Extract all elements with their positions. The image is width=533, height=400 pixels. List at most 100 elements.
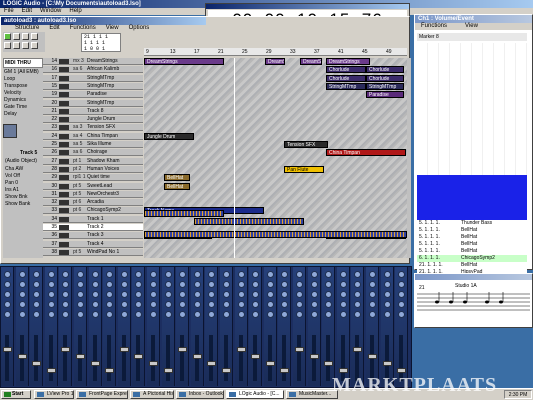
track-mute-icon[interactable] bbox=[59, 59, 69, 64]
pan-knob-icon[interactable] bbox=[325, 291, 333, 298]
playhead[interactable] bbox=[234, 58, 235, 258]
region[interactable]: Paradise bbox=[366, 91, 404, 99]
fader-handle[interactable] bbox=[222, 368, 231, 373]
region[interactable]: DreamStrings bbox=[326, 58, 370, 65]
track-mute-icon[interactable] bbox=[59, 125, 69, 131]
pan-knob-icon[interactable] bbox=[62, 301, 70, 308]
pan-knob-icon[interactable] bbox=[208, 281, 216, 288]
fader-handle[interactable] bbox=[295, 347, 304, 352]
pan-knob-icon[interactable] bbox=[237, 271, 245, 278]
taskbar-item[interactable]: LOgic Audio - [C... bbox=[226, 390, 284, 399]
pan-knob-icon[interactable] bbox=[91, 281, 99, 288]
fader-handle[interactable] bbox=[280, 368, 290, 373]
pan-knob-icon[interactable] bbox=[369, 311, 376, 318]
list-item[interactable]: 6. 1. 1. 1. ChicagoSymp2 bbox=[417, 255, 527, 262]
pan-knob-icon[interactable] bbox=[296, 271, 303, 278]
track-row[interactable]: 17 StringMTmp bbox=[43, 74, 143, 82]
pan-knob-icon[interactable] bbox=[106, 271, 114, 278]
pan-knob-icon[interactable] bbox=[325, 301, 333, 308]
region[interactable]: StringMTmp bbox=[366, 82, 404, 90]
pan-knob-icon[interactable] bbox=[164, 291, 172, 298]
pan-knob-icon[interactable] bbox=[33, 301, 41, 308]
track-mute-icon[interactable] bbox=[59, 158, 69, 164]
pan-knob-icon[interactable] bbox=[339, 291, 347, 298]
pan-knob-icon[interactable] bbox=[4, 271, 11, 278]
pan-knob-icon[interactable] bbox=[237, 281, 245, 288]
pan-knob-icon[interactable] bbox=[150, 271, 157, 278]
fader-handle[interactable] bbox=[163, 368, 173, 373]
pan-knob-icon[interactable] bbox=[383, 311, 391, 318]
taskbar-item[interactable]: Inbox - Outlook Expre... bbox=[176, 390, 224, 399]
pan-knob-icon[interactable] bbox=[208, 301, 216, 308]
pan-knob-icon[interactable] bbox=[150, 301, 157, 308]
magnify-tool-icon[interactable] bbox=[31, 42, 38, 49]
track-row[interactable]: 20 StringMTmp bbox=[43, 99, 143, 107]
arrange-area[interactable]: DreamStrings DreamStr DreamStr DreamStrings… bbox=[144, 58, 407, 258]
fader-handle[interactable] bbox=[76, 354, 85, 359]
track-mute-icon[interactable] bbox=[59, 83, 69, 89]
list-item[interactable]: 21. 1. 1. 1. BellHat bbox=[417, 262, 527, 269]
pan-knob-icon[interactable] bbox=[354, 281, 362, 288]
pan-knob-icon[interactable] bbox=[164, 311, 172, 318]
menu-edit[interactable]: Edit bbox=[22, 8, 32, 15]
pan-knob-icon[interactable] bbox=[208, 271, 216, 278]
fader-handle[interactable] bbox=[309, 354, 319, 359]
track-mute-icon[interactable] bbox=[59, 241, 69, 247]
region[interactable]: DreamStr bbox=[265, 58, 285, 65]
pan-knob-icon[interactable] bbox=[91, 301, 99, 308]
track-mute-icon[interactable] bbox=[59, 142, 69, 147]
pan-knob-icon[interactable] bbox=[62, 271, 70, 278]
pan-knob-icon[interactable] bbox=[252, 311, 260, 318]
menu-view[interactable]: View bbox=[106, 25, 119, 32]
fader-handle[interactable] bbox=[105, 368, 115, 373]
fader-handle[interactable] bbox=[207, 361, 217, 366]
fader-handle[interactable] bbox=[32, 361, 42, 366]
pan-knob-icon[interactable] bbox=[120, 311, 128, 318]
param-ins[interactable]: Ins A1 bbox=[5, 187, 30, 194]
track-mute-icon[interactable] bbox=[59, 108, 69, 114]
pan-knob-icon[interactable] bbox=[296, 311, 303, 318]
track-mute-icon[interactable] bbox=[59, 166, 69, 172]
pan-knob-icon[interactable] bbox=[223, 291, 230, 298]
pointer-tool-icon[interactable] bbox=[4, 33, 11, 40]
pan-knob-icon[interactable] bbox=[208, 291, 216, 298]
pan-knob-icon[interactable] bbox=[77, 311, 84, 318]
pan-knob-icon[interactable] bbox=[281, 291, 289, 298]
pan-knob-icon[interactable] bbox=[62, 281, 70, 288]
mute-tool-icon[interactable] bbox=[22, 42, 29, 49]
vertical-scrollbar[interactable] bbox=[407, 58, 411, 258]
pan-knob-icon[interactable] bbox=[310, 281, 318, 288]
track-row[interactable]: 33 pt 6 ChicagoSymp2 bbox=[43, 207, 143, 215]
pan-knob-icon[interactable] bbox=[120, 301, 128, 308]
track-mute-icon[interactable] bbox=[59, 191, 69, 197]
track-row[interactable]: 31 pt 5 NewOrchestr3 bbox=[43, 190, 143, 198]
fader-handle[interactable] bbox=[368, 354, 377, 359]
scissors-tool-icon[interactable] bbox=[4, 42, 11, 49]
pan-knob-icon[interactable] bbox=[47, 291, 55, 298]
pan-knob-icon[interactable] bbox=[266, 311, 274, 318]
pan-knob-icon[interactable] bbox=[296, 301, 303, 308]
param-velocity[interactable]: Velocity bbox=[4, 90, 43, 97]
pan-knob-icon[interactable] bbox=[310, 301, 318, 308]
pan-knob-icon[interactable] bbox=[179, 281, 187, 288]
pan-knob-icon[interactable] bbox=[18, 281, 26, 288]
pan-knob-icon[interactable] bbox=[4, 291, 11, 298]
track-mute-icon[interactable] bbox=[59, 175, 69, 181]
track-row[interactable]: 37 Track 4 bbox=[43, 240, 143, 248]
pan-knob-icon[interactable] bbox=[296, 291, 303, 298]
pan-knob-icon[interactable] bbox=[208, 311, 216, 318]
taskbar-item[interactable]: MusicMaster... bbox=[286, 390, 338, 399]
fader-handle[interactable] bbox=[3, 347, 12, 352]
track-mute-icon[interactable] bbox=[59, 75, 69, 81]
track-row[interactable]: 26 sa 6 Choirage bbox=[43, 149, 143, 157]
pan-knob-icon[interactable] bbox=[281, 271, 289, 278]
pan-knob-icon[interactable] bbox=[339, 281, 347, 288]
pan-knob-icon[interactable] bbox=[223, 271, 230, 278]
param-transpose[interactable]: Transpose bbox=[4, 83, 43, 90]
menu-window[interactable]: Window bbox=[40, 8, 61, 15]
track-row[interactable]: 27 pt 1 Shadow Kham bbox=[43, 157, 143, 165]
pan-knob-icon[interactable] bbox=[266, 271, 274, 278]
pan-knob-icon[interactable] bbox=[266, 281, 274, 288]
region[interactable]: China Timpan bbox=[326, 149, 406, 157]
pan-knob-icon[interactable] bbox=[33, 281, 41, 288]
